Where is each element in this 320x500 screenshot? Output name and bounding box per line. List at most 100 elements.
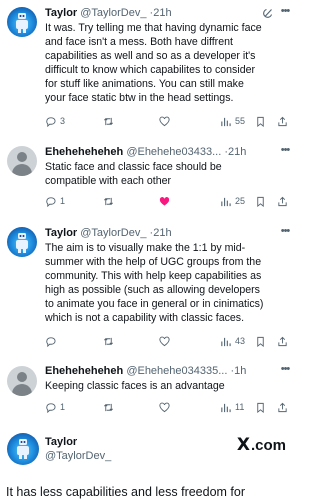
share-icon [278, 196, 287, 206]
timestamp[interactable]: 21h [153, 227, 171, 239]
more-options-icon[interactable]: ••• [278, 6, 292, 20]
views-count: 11 [235, 402, 245, 412]
card-author-avatar[interactable] [7, 433, 39, 465]
share-icon [278, 402, 287, 412]
author-name[interactable]: Taylor [45, 7, 77, 19]
robot-icon [16, 233, 28, 253]
more-options-icon[interactable]: ••• [278, 145, 292, 159]
tweet-header: Taylor @TaylorDev_ ·21h [45, 226, 292, 240]
views-bar-chart-icon [221, 117, 231, 126]
reply-button[interactable]: 3 [45, 114, 65, 128]
bookmark-button[interactable] [255, 400, 270, 414]
brand-domain: .com [250, 436, 286, 454]
reply-icon [46, 402, 56, 413]
retweet-icon [104, 337, 113, 345]
author-name[interactable]: Eheheheheheh [45, 365, 123, 377]
author-name[interactable]: Taylor [45, 227, 77, 239]
retweet-button[interactable] [103, 334, 118, 348]
timestamp[interactable]: 1h [234, 365, 246, 377]
default-user-avatar[interactable] [7, 146, 37, 176]
heart-icon [159, 402, 170, 412]
share-button[interactable] [277, 194, 292, 208]
views-count: 43 [235, 336, 246, 346]
views-bar-chart-icon [221, 403, 231, 412]
tweet-header: Eheheheheheh @Ehehehe034335... ·1h [45, 364, 292, 378]
retweet-button[interactable] [103, 400, 118, 414]
views-count: 55 [235, 116, 246, 126]
user-silhouette-body-icon [12, 164, 32, 176]
author-handle[interactable]: @Ehehehe03433... [126, 146, 221, 158]
views-count: 25 [235, 196, 246, 206]
like-button[interactable] [159, 194, 174, 208]
robot-avatar[interactable] [7, 227, 37, 257]
user-silhouette-head-icon [17, 152, 27, 162]
tweet-text: Keeping classic faces is an advantage [45, 380, 225, 392]
views-button[interactable]: 55 [220, 114, 245, 128]
bookmark-icon [257, 402, 264, 413]
user-silhouette-head-icon [17, 372, 27, 382]
reply-icon [46, 336, 56, 347]
tweet-text: It was. Try telling me that having dynam… [45, 22, 262, 104]
x-logo-icon: X [236, 435, 250, 455]
default-user-avatar[interactable] [7, 366, 37, 396]
bookmark-icon [257, 196, 264, 207]
author-handle[interactable]: @TaylorDev_ [80, 7, 146, 19]
card-tweet-text: It has less capabilities and less freedo… [6, 485, 246, 499]
reply-button[interactable] [45, 334, 60, 348]
card-author-handle[interactable]: @TaylorDev_ [45, 450, 111, 462]
retweet-icon [104, 117, 113, 125]
retweet-icon [104, 197, 113, 205]
heart-filled-icon [159, 196, 170, 206]
timestamp[interactable]: 21h [153, 7, 171, 19]
share-button[interactable] [277, 400, 292, 414]
x-com-brand[interactable]: X .com [237, 435, 286, 455]
tweet-text: Static face and classic face should be c… [45, 161, 222, 187]
reply-count: 3 [60, 116, 66, 126]
views-button[interactable]: 25 [220, 194, 245, 208]
author-name[interactable]: Eheheheheheh [45, 146, 123, 158]
tweet-actions: 43 [45, 334, 290, 348]
views-bar-chart-icon [221, 197, 231, 206]
robot-icon [17, 439, 29, 459]
like-button[interactable] [159, 114, 174, 128]
reply-count: 1 [60, 196, 66, 206]
bookmark-button[interactable] [255, 114, 270, 128]
card-author-name[interactable]: Taylor [45, 436, 77, 448]
share-icon [278, 336, 287, 346]
tweet-actions: 3 55 [45, 114, 290, 128]
robot-avatar[interactable] [7, 7, 37, 37]
more-options-icon[interactable]: ••• [278, 364, 292, 378]
reply-button[interactable]: 1 [45, 194, 65, 208]
share-button[interactable] [277, 334, 292, 348]
author-handle[interactable]: @TaylorDev_ [80, 227, 146, 239]
tweet-actions: 1 25 [45, 194, 290, 208]
author-handle[interactable]: @Ehehehe034335... [126, 365, 227, 377]
grok-icon[interactable] [262, 7, 274, 19]
retweet-button[interactable] [103, 114, 118, 128]
retweet-icon [104, 403, 113, 411]
bookmark-icon [257, 116, 264, 127]
tweet-header: Eheheheheheh @Ehehehe03433... ·21h [45, 145, 292, 159]
bookmark-icon [257, 336, 264, 347]
reply-button[interactable]: 1 [45, 400, 65, 414]
like-button[interactable] [159, 400, 174, 414]
reply-icon [46, 116, 56, 127]
tweet-header: Taylor @TaylorDev_ ·21h [45, 6, 292, 20]
share-icon [278, 116, 287, 126]
more-options-icon[interactable]: ••• [278, 226, 292, 240]
views-button[interactable]: 43 [220, 334, 245, 348]
views-bar-chart-icon [221, 337, 231, 346]
tweet-actions: 1 11 [45, 400, 290, 414]
heart-icon [159, 116, 170, 126]
bookmark-button[interactable] [255, 334, 270, 348]
user-silhouette-body-icon [12, 384, 32, 396]
reply-icon [46, 196, 56, 207]
tweet-text: The aim is to visually make the 1:1 by m… [45, 242, 264, 324]
retweet-button[interactable] [103, 194, 118, 208]
reply-count: 1 [60, 402, 66, 412]
views-button[interactable]: 11 [220, 400, 244, 414]
share-button[interactable] [277, 114, 292, 128]
bookmark-button[interactable] [255, 194, 270, 208]
like-button[interactable] [159, 334, 174, 348]
timestamp[interactable]: 21h [228, 146, 246, 158]
